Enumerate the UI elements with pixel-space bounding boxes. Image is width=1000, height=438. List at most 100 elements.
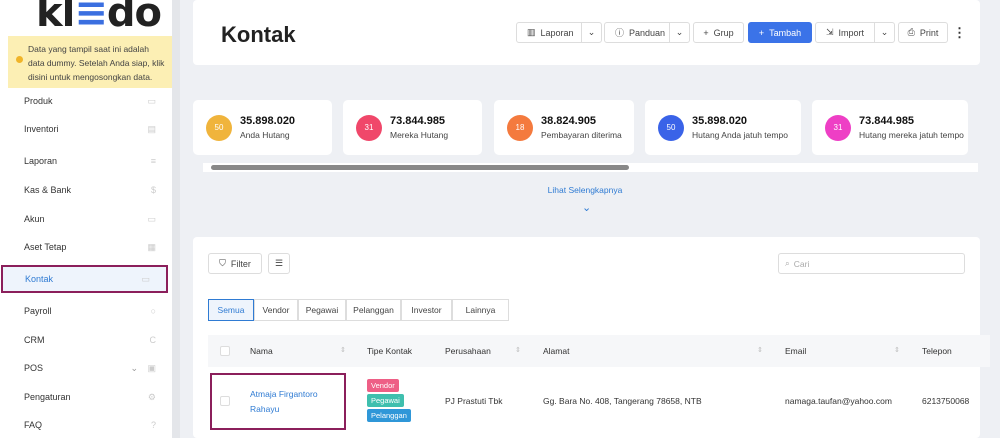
sidebar-item-inventori[interactable]: Inventori ▤ [0,115,172,143]
sidebar-icon: ▭ [147,95,156,106]
sidebar-icon: ≡ [150,156,156,166]
chevron-down-icon[interactable]: ⌄ [669,23,689,42]
import-icon: ⇲ [826,27,834,37]
tab-lainnya[interactable]: Lainnya [452,299,509,321]
grup-label: Grup [713,27,734,38]
notice-text: Data yang tampil saat ini adalah data du… [28,44,165,82]
import-button[interactable]: ⇲ Import ⌄ [815,22,895,43]
plus-icon: + [758,27,765,38]
sidebar-scrollbar[interactable] [172,0,180,438]
sidebar-icon: C [149,335,157,345]
more-options-icon[interactable]: ⋮ [953,25,966,41]
sidebar-item-kas-bank[interactable]: Kas & Bank $ [0,176,172,204]
table-header: Nama ⇕ Tipe Kontak Perusahaan ⇕ Alamat ⇕ Em… [208,335,990,367]
stat-value: 35.898.020 [692,115,748,127]
count-badge: 31 [825,114,851,141]
stat-value: 35.898.020 [240,115,296,127]
sort-icon[interactable]: ⇕ [894,346,900,354]
chevron-down-icon[interactable]: ⌄ [874,23,894,42]
panduan-button[interactable]: ⓘ Panduan ⌄ [604,22,690,43]
tab-semua[interactable]: Semua [208,299,254,321]
column-perusahaan[interactable]: Perusahaan [445,346,491,356]
table-row[interactable]: Atmaja Firgantoro Rahayu Vendor Pegawai … [208,370,990,432]
phone: 6213750068 [922,396,970,406]
contact-type-badges: Vendor Pegawai Pelanggan [367,379,411,424]
sidebar-icon: ▭ [141,273,150,284]
search-input[interactable]: ⌕ Cari [778,253,965,274]
sidebar-item-label: Produk [24,96,53,106]
sidebar-item-laporan[interactable]: Laporan ≡ [0,147,172,175]
sidebar-item-crm[interactable]: CRM C [0,326,172,354]
sidebar-icon: ? [150,420,156,430]
stat-label: Hutang mereka jatuh tempo [859,130,964,140]
sort-icon[interactable]: ⇕ [757,346,763,354]
tab-vendor[interactable]: Vendor [254,299,298,321]
help-icon: ⓘ [615,28,625,38]
lihat-selengkapnya-link[interactable]: Lihat Selengkapnya [180,185,990,195]
chevron-down-icon[interactable]: ⌄ [130,363,138,374]
sidebar-item-akun[interactable]: Akun ▭ [0,205,172,233]
dummy-data-notice[interactable]: Data yang tampil saat ini adalah data du… [8,36,172,88]
column-email[interactable]: Email [785,346,806,356]
sidebar-item-label: Inventori [24,124,59,134]
filter-button[interactable]: ⛉ Filter [208,253,262,274]
stat-label: Anda Hutang [240,130,290,140]
tambah-button[interactable]: + Tambah [748,22,812,43]
sidebar-item-pos[interactable]: POS ⌄ ▣ [0,354,172,382]
sidebar-item-label: Kas & Bank [24,185,72,195]
tab-pegawai[interactable]: Pegawai [298,299,346,321]
row-checkbox[interactable] [220,396,230,406]
sidebar-item-label: Laporan [24,156,58,166]
address: Gg. Bara No. 408, Tangerang 78658, NTB [543,396,702,406]
scrollbar-thumb[interactable] [211,165,629,170]
stat-value: 38.824.905 [541,115,597,127]
tab-pelanggan[interactable]: Pelanggan [346,299,401,321]
chevron-down-icon[interactable]: ⌄ [581,23,601,42]
list-icon: ☰ [274,258,284,268]
company: PJ Prastuti Tbk [445,396,503,406]
stat-card[interactable]: 31 73.844.985 Hutang mereka jatuh tempo [812,100,968,155]
sidebar-item-label: Pengaturan [24,392,71,402]
kledo-logo[interactable]: kl≡do [36,0,162,36]
laporan-button[interactable]: ▥ Laporan ⌄ [516,22,602,43]
sidebar-item-aset-tetap[interactable]: Aset Tetap ▦ [0,233,172,261]
stat-card[interactable]: 31 73.844.985 Mereka Hutang [343,100,482,155]
column-telepon: Telepon [922,346,952,356]
sidebar-item-kontak[interactable]: Kontak ▭ [1,265,168,293]
select-all-checkbox[interactable] [220,346,230,356]
logo-mark: ≡ [74,0,108,36]
sidebar-item-produk[interactable]: Produk ▭ [0,87,172,115]
count-badge: 31 [356,114,382,141]
stat-card[interactable]: 18 38.824.905 Pembayaran diterima [494,100,634,155]
print-label: Print [919,27,939,38]
count-badge: 50 [658,114,684,141]
tab-investor[interactable]: Investor [401,299,452,321]
sidebar-icon: ▤ [147,123,156,134]
sidebar-item-payroll[interactable]: Payroll ○ [0,297,172,325]
grup-button[interactable]: + Grup [693,22,744,43]
stat-label: Hutang Anda jatuh tempo [692,130,788,140]
print-button[interactable]: ⎙ Print [898,22,948,43]
chevron-down-icon[interactable]: ⌄ [582,201,591,214]
badge-vendor: Vendor [367,379,399,392]
sidebar-icon: ▭ [147,213,156,224]
column-alamat[interactable]: Alamat [543,346,569,356]
laporan-label: Laporan [540,27,574,38]
badge-pelanggan: Pelanggan [367,409,411,422]
sort-icon[interactable]: ⇕ [340,346,346,354]
stats-scrollbar[interactable] [203,163,978,172]
count-badge: 18 [507,114,533,141]
columns-button[interactable]: ☰ [268,253,290,274]
sidebar-item-faq[interactable]: FAQ? [0,411,172,438]
email: namaga.taufan@yahoo.com [785,396,892,406]
contact-name-link[interactable]: Atmaja Firgantoro Rahayu [250,387,330,417]
sidebar-icon: $ [150,185,156,195]
sidebar-item-label: CRM [24,335,45,345]
stat-card[interactable]: 50 35.898.020 Hutang Anda jatuh tempo [645,100,801,155]
badge-pegawai: Pegawai [367,394,404,407]
column-nama[interactable]: Nama [250,346,273,356]
sidebar-item-pengaturan[interactable]: Pengaturan ⚙ [0,383,172,411]
sort-icon[interactable]: ⇕ [515,346,521,354]
stat-card[interactable]: 50 35.898.020 Anda Hutang [193,100,332,155]
header-card: Kontak ▥ Laporan ⌄ ⓘ Panduan ⌄ + Grup + Tambah… [193,0,980,65]
